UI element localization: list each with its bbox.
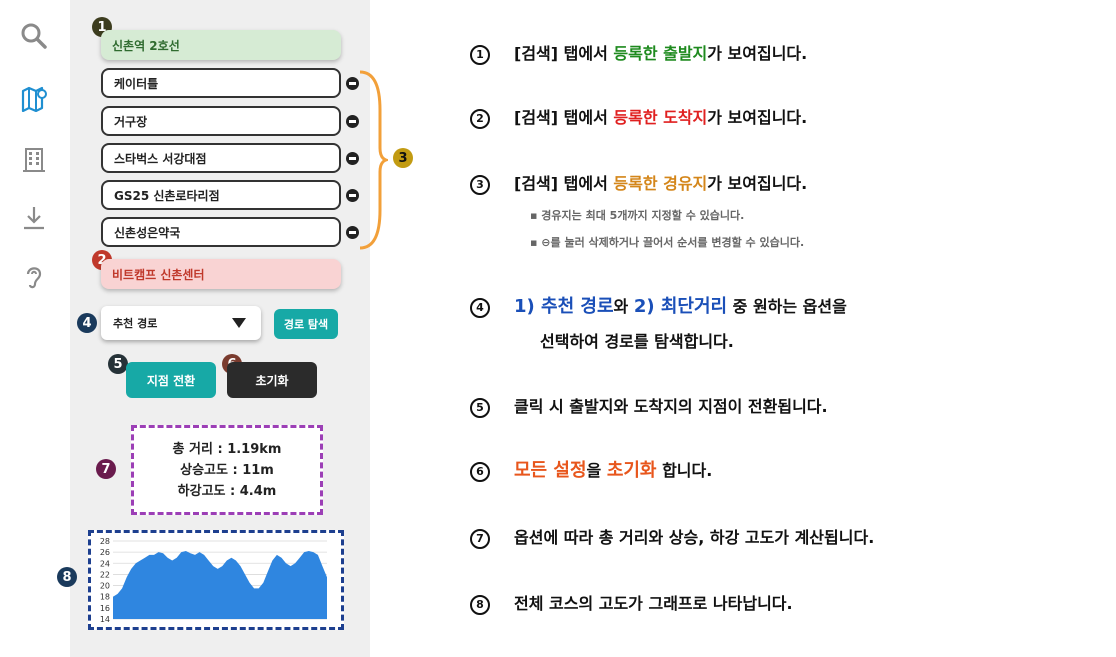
desc-3: 3 [검색] 탭에서 등록한 경유지가 보여집니다.	[470, 170, 807, 195]
chevron-down-icon[interactable]	[232, 318, 246, 328]
marker-5: 5	[108, 354, 128, 374]
desc-number: 7	[470, 529, 490, 549]
y-tick-label: 18	[100, 593, 110, 602]
route-stats: 총 거리 : 1.19km 상승고도 : 11m 하강고도 : 4.4m	[131, 425, 323, 515]
icon-rail	[0, 0, 70, 657]
descent-elevation: 하강고도 : 4.4m	[177, 483, 277, 499]
waypoint-5[interactable]: 신촌성은약국	[101, 217, 341, 247]
desc-6: 6 모든 설정을 초기화 합니다.	[470, 456, 712, 482]
building-icon[interactable]	[20, 145, 48, 173]
marker-3: 3	[393, 148, 413, 168]
y-tick-label: 14	[100, 615, 110, 624]
desc-number: 5	[470, 398, 490, 418]
desc-3-note-2: ▪ ⊖를 눌러 삭제하거나 끌어서 순서를 변경할 수 있습니다.	[530, 236, 805, 249]
desc-4: 4 1) 추천 경로와 2) 최단거리 중 원하는 옵션을	[470, 292, 847, 318]
y-tick-label: 26	[100, 548, 110, 557]
marker-4: 4	[77, 313, 97, 333]
desc-number: 8	[470, 595, 490, 615]
ear-icon[interactable]	[20, 262, 48, 290]
end-location[interactable]: 비트캠프 신촌센터	[101, 259, 341, 289]
elevation-graph: 28 26 24 22 20 18 16 14	[88, 530, 344, 630]
waypoint-1[interactable]: 케이터틀	[101, 68, 341, 98]
elevation-chart: 28 26 24 22 20 18 16 14	[100, 537, 327, 624]
waypoint-2[interactable]: 거구장	[101, 106, 341, 136]
total-distance: 총 거리 : 1.19km	[172, 441, 282, 457]
route-search-button[interactable]: 경로 탐색	[274, 309, 338, 339]
desc-number: 2	[470, 109, 490, 129]
desc-4-line-2: 선택하여 경로를 탐색합니다.	[540, 332, 734, 351]
desc-number: 3	[470, 175, 490, 195]
y-tick-label: 16	[100, 604, 110, 613]
ascent-elevation: 상승고도 : 11m	[180, 462, 274, 478]
start-location[interactable]: 신촌역 2호선	[101, 30, 341, 60]
desc-number: 1	[470, 45, 490, 65]
y-tick-label: 22	[100, 570, 110, 579]
desc-number: 4	[470, 298, 490, 318]
swap-points-button[interactable]: 지점 전환	[126, 362, 216, 398]
waypoint-3[interactable]: 스타벅스 서강대점	[101, 143, 341, 173]
waypoint-4[interactable]: GS25 신촌로타리점	[101, 180, 341, 210]
elevation-area	[113, 551, 327, 619]
y-tick-label: 20	[100, 582, 110, 591]
desc-8: 8 전체 코스의 고도가 그래프로 나타납니다.	[470, 590, 793, 615]
map-icon[interactable]	[20, 84, 48, 112]
desc-3-note-1: ▪ 경유지는 최대 5개까지 지정할 수 있습니다.	[530, 209, 745, 222]
search-icon[interactable]	[20, 22, 48, 50]
desc-7: 7 옵션에 따라 총 거리와 상승, 하강 고도가 계산됩니다.	[470, 524, 874, 549]
marker-8: 8	[57, 567, 77, 587]
desc-2: 2 [검색] 탭에서 등록한 도착지가 보여집니다.	[470, 104, 807, 129]
download-icon[interactable]	[20, 204, 48, 232]
desc-1: 1 [검색] 탭에서 등록한 출발지가 보여집니다.	[470, 40, 807, 65]
waypoint-bracket	[359, 70, 388, 250]
reset-button[interactable]: 초기화	[227, 362, 317, 398]
y-tick-label: 24	[100, 559, 110, 568]
desc-number: 6	[470, 462, 490, 482]
marker-7: 7	[96, 459, 116, 479]
y-tick-label: 28	[100, 537, 110, 546]
desc-5: 5 클릭 시 출발지와 도착지의 지점이 전환됩니다.	[470, 393, 828, 418]
